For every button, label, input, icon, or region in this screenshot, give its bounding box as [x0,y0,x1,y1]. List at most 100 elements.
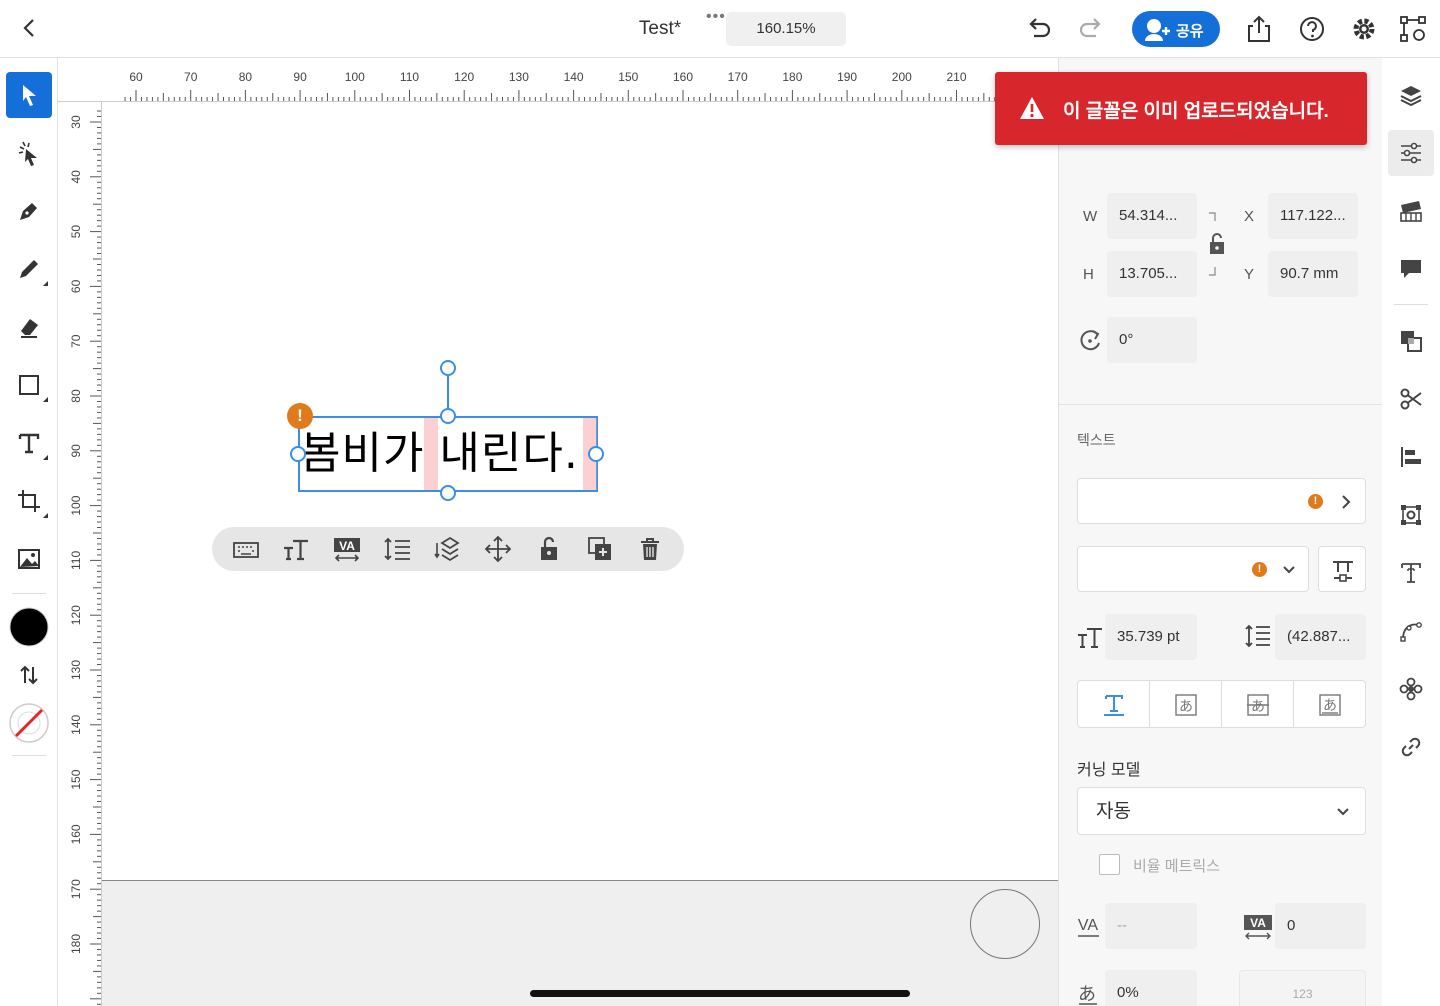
links-panel-button[interactable] [1388,724,1434,770]
leading-field[interactable]: (42.887... [1275,614,1366,660]
swap-colors-button[interactable] [6,652,52,698]
properties-panel-button[interactable] [1388,130,1434,176]
chevron-down-icon [1337,808,1349,816]
resize-handle-left[interactable] [290,446,306,462]
chevron-left-icon [23,19,34,37]
more-options-icon[interactable]: ••• [706,8,726,26]
duplicate-button[interactable] [586,535,614,563]
align-panel-button[interactable] [1388,434,1434,480]
width-field[interactable]: 54.314... [1107,193,1197,239]
crop-artboard-icon [18,490,40,512]
layers-panel-button[interactable] [1388,72,1434,118]
kerning-field[interactable]: -- [1105,903,1197,949]
leading-button[interactable] [384,535,412,563]
artboard-canvas[interactable]: 봄비가 내린다. ! VA [102,102,1058,1006]
missing-font-warning-icon[interactable]: ! [287,403,313,429]
font-style-dropdown[interactable]: ! [1077,546,1309,592]
direct-selection-tool[interactable] [6,130,52,176]
undo-button[interactable] [1024,14,1054,44]
resize-handle-bottom[interactable] [440,485,456,501]
swatches-panel-button[interactable] [1388,188,1434,234]
touch-shortcut-button[interactable] [970,889,1040,959]
artboard-tool[interactable] [6,478,52,524]
section-divider [1059,404,1382,405]
horizontal-type-button[interactable] [1078,681,1150,727]
share-button[interactable]: 공유 [1132,11,1220,47]
delete-button[interactable] [636,535,664,563]
font-size-button[interactable] [282,535,310,563]
undo-icon [1029,18,1051,38]
type-panel-button[interactable] [1388,550,1434,596]
ideographic-baseline-button[interactable]: あ [1294,681,1366,727]
constrain-proportions-button[interactable] [1207,232,1227,256]
ruler-label: 30 [69,115,83,129]
export-button[interactable] [1244,14,1274,44]
stroke-color-swatch[interactable] [6,700,52,746]
rotation-field[interactable]: 0° [1107,317,1197,363]
height-field[interactable]: 13.705... [1107,251,1197,297]
type-tool[interactable] [6,420,52,466]
vertical-ruler[interactable]: 30 40 50 60 70 80 90 100 110 120 130 140 150 160 170 18… [58,102,102,1006]
home-indicator[interactable] [530,990,910,997]
back-button[interactable] [18,16,42,40]
fill-color-swatch[interactable] [6,604,52,650]
ruler-label: 150 [618,70,638,84]
ruler-label: 80 [69,389,83,403]
unlock-icon [1210,233,1224,254]
pen-tool[interactable] [6,188,52,234]
font-size-field[interactable]: 35.739 pt [1105,614,1197,660]
text-options-button[interactable] [1318,546,1366,592]
svg-text:VA: VA [1250,916,1266,930]
rectangle-tool[interactable] [6,362,52,408]
redo-button[interactable] [1076,14,1106,44]
help-icon [1300,17,1324,41]
pencil-tool[interactable] [6,246,52,292]
move-arrows-icon [484,535,512,563]
path-tools-button[interactable] [1398,14,1428,44]
kerning-model-dropdown[interactable]: 자동 [1077,787,1366,835]
eraser-tool[interactable] [6,304,52,350]
submenu-indicator [43,455,48,460]
zoom-level[interactable]: 160.15% [726,12,846,46]
selection-tool[interactable] [6,72,52,118]
tracking-button[interactable]: VA [333,535,361,563]
tool-panel [0,58,58,1006]
transform-panel-button[interactable] [1388,492,1434,538]
arrange-button[interactable] [434,535,462,563]
horizontal-ruler[interactable]: 60 70 80 90 100 110 120 130 140 150 160 170 180 190 20… [58,58,1058,102]
place-image-tool[interactable] [6,536,52,582]
lock-button[interactable] [535,535,563,563]
proportional-metrics-checkbox[interactable] [1099,854,1120,875]
numeral-style-field[interactable]: 123 [1239,970,1366,1006]
tracking-field[interactable]: 0 [1275,903,1366,949]
line-spacing-icon [384,537,410,561]
rotation-handle[interactable] [440,360,456,376]
ideographic-center-button[interactable]: あ [1222,681,1294,727]
document-title[interactable]: Test* [620,18,700,40]
pathfinder-panel-button[interactable] [1388,318,1434,364]
font-family-field[interactable]: ! [1077,478,1366,524]
cut-tools-panel-button[interactable] [1388,376,1434,422]
x-position-field[interactable]: 117.122... [1268,193,1358,239]
tsume-field[interactable]: 0% [1105,970,1197,1006]
missing-font-warning-icon: ! [1252,562,1267,577]
font-size-icon [1078,628,1102,648]
help-button[interactable] [1297,14,1327,44]
ruler-label: 140 [564,70,584,84]
comments-panel-button[interactable] [1388,246,1434,292]
canvas-text[interactable]: 봄비가 내린다. [300,418,596,490]
ideographic-box-button[interactable]: あ [1150,681,1222,727]
y-position-field[interactable]: 90.7 mm [1268,251,1358,297]
ruler-label: 130 [509,70,529,84]
resize-handle-right[interactable] [588,446,604,462]
rotate-icon [1080,330,1100,351]
move-button[interactable] [484,535,512,563]
settings-button[interactable] [1349,14,1379,44]
sliders-icon [1401,142,1421,164]
keyboard-button[interactable] [232,535,260,563]
selected-text-frame[interactable]: 봄비가 내린다. [298,416,598,492]
path-panel-button[interactable] [1388,608,1434,654]
resize-handle-top[interactable] [440,408,456,424]
repeat-panel-button[interactable] [1388,666,1434,712]
svg-text:あ: あ [1078,984,1096,1005]
